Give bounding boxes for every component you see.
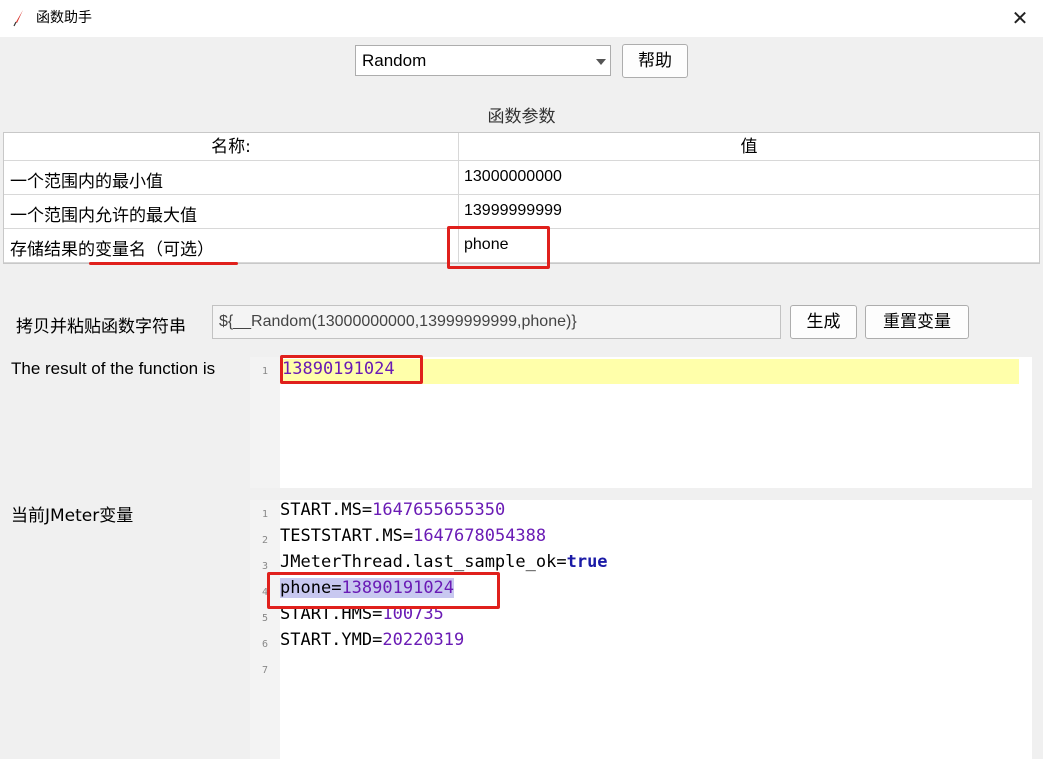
chevron-down-icon: [596, 59, 606, 65]
variable-line[interactable]: TESTSTART.MS=1647678054388: [280, 526, 546, 546]
equals-sign: =: [402, 526, 414, 546]
result-label: The result of the function is: [11, 359, 216, 378]
function-string-field[interactable]: ${__Random(13000000000,13999999999,phone…: [212, 305, 781, 339]
variable-line[interactable]: JMeterThread.last_sample_ok=true: [280, 552, 608, 572]
window-title: 函数助手: [36, 10, 92, 26]
variable-line[interactable]: START.MS=1647655655350: [280, 500, 505, 520]
jmeter-variables-editor[interactable]: 1 START.MS=1647655655350 2 TESTSTART.MS=…: [250, 500, 1032, 759]
annotation-box: [267, 572, 500, 609]
generate-button[interactable]: 生成: [790, 305, 857, 339]
variable-value: 1647655655350: [372, 500, 506, 520]
variable-value: 1647678054388: [413, 526, 547, 546]
table-row[interactable]: 一个范围内的最小值 13000000000: [4, 161, 1039, 195]
param-name: 存储结果的变量名（可选）: [10, 240, 214, 260]
line-number: 7: [261, 665, 269, 676]
help-button[interactable]: 帮助: [622, 44, 688, 78]
line-number: 1: [261, 509, 269, 520]
line-number: 6: [261, 639, 269, 650]
copy-string-label: 拷贝并粘贴函数字符串: [16, 317, 186, 337]
variable-value: true: [566, 552, 608, 572]
name-column-header: 名称:: [4, 133, 458, 161]
function-select-value: Random: [362, 51, 427, 70]
param-value[interactable]: 13999999999: [464, 202, 562, 220]
feather-app-icon: [13, 10, 23, 27]
param-name: 一个范围内的最小值: [10, 172, 163, 192]
variable-key: TESTSTART.MS: [280, 526, 403, 546]
param-value[interactable]: 13000000000: [464, 168, 562, 186]
line-number: 1: [261, 366, 269, 377]
params-section-title: 函数参数: [487, 107, 556, 127]
close-icon[interactable]: ✕: [1008, 7, 1032, 29]
equals-sign: =: [372, 630, 383, 650]
title-bar: 函数助手 ✕: [0, 0, 1043, 37]
variable-key: START.YMD: [280, 630, 373, 650]
annotation-box: [447, 226, 550, 269]
annotation-underline: [89, 262, 238, 265]
value-column-header: 值: [459, 133, 1039, 161]
variable-key: JMeterThread.last_sample_ok: [280, 552, 557, 572]
variable-key: START.MS: [280, 500, 362, 520]
line-number: 3: [261, 561, 269, 572]
equals-sign: =: [556, 552, 567, 572]
variable-line[interactable]: START.YMD=20220319: [280, 630, 464, 650]
line-number: 2: [261, 535, 269, 546]
table-row[interactable]: 一个范围内允许的最大值 13999999999: [4, 195, 1039, 229]
jmeter-variables-label: 当前JMeter变量: [11, 506, 134, 526]
param-name: 一个范围内允许的最大值: [10, 206, 197, 226]
equals-sign: =: [361, 500, 373, 520]
reset-variables-button[interactable]: 重置变量: [865, 305, 969, 339]
variable-value: 20220319: [382, 630, 465, 650]
function-select[interactable]: Random: [355, 45, 611, 76]
line-number: 5: [261, 613, 269, 624]
annotation-box: [280, 355, 423, 384]
